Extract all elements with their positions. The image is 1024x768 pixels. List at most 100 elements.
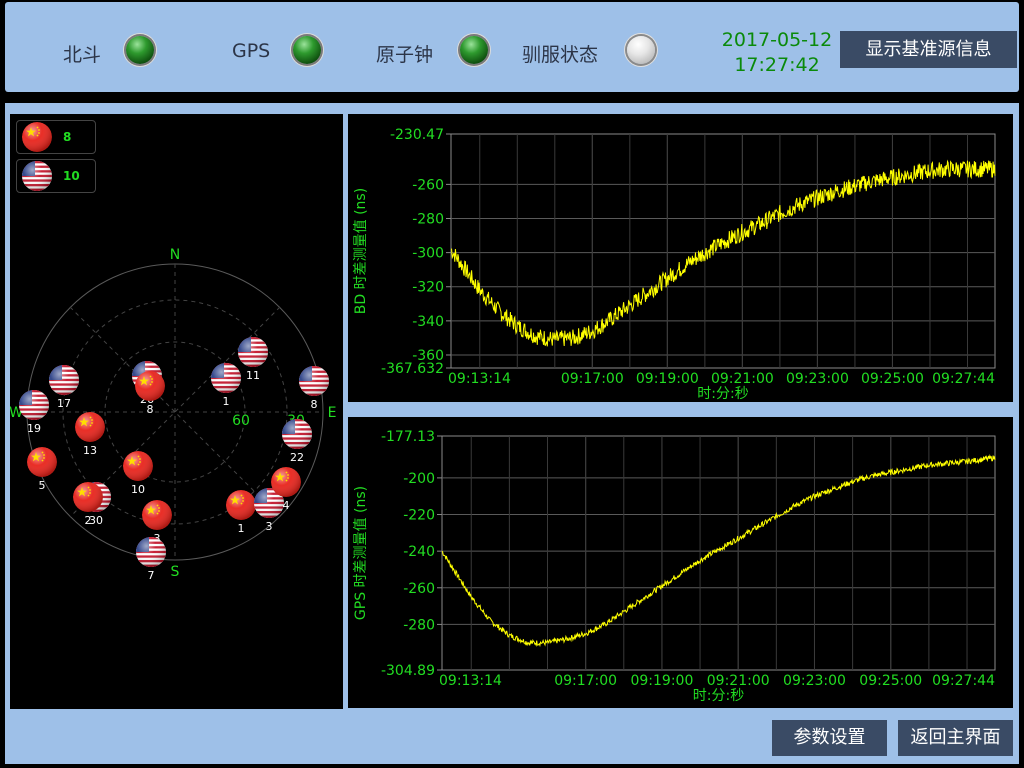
usa-flag-icon [19,390,49,420]
satellite-china-5: 5 [27,447,57,492]
x-tick-label: 09:27:44 [932,371,995,387]
plot-frame [441,435,996,671]
satellite-usa-8: 8 [299,366,329,411]
y-tick-label: -260 [403,581,435,597]
satellite-id-label: 4 [283,499,290,512]
gps-chart: -177.13 -200 -220 -240 -260 -280 -304.8909:13:… [353,429,996,704]
y-tick-label: -340 [412,314,444,330]
x-tick-label: 09:25:00 [861,371,924,387]
usa-flag-icon [211,363,241,393]
plot-frame [450,133,996,369]
china-flag-icon [271,467,301,497]
satellite-usa-19: 19 [19,390,49,435]
y-tick-label: -367.632 [381,361,444,377]
date-text: 2017-05-12 [721,29,833,51]
x-tick-label: 09:27:44 [932,673,995,689]
x-tick-label: 09:19:00 [630,673,693,689]
x-tick-label: 09:17:00 [554,673,617,689]
satellite-layer: 11172681819132251030231347 [19,337,329,582]
x-tick-label: 09:19:00 [636,371,699,387]
y-tick-label: -260 [412,177,444,193]
north-label: N [170,247,180,263]
satellite-id-label: 8 [311,398,318,411]
x-tick-label: 09:17:00 [561,371,624,387]
parameter-settings-button[interactable]: 参数设置 [772,720,887,756]
y-axis-label: GPS 时差测量值 (ns) [353,486,369,620]
datetime-display: 2017-05-12 17:27:42 [712,28,842,78]
disciplined-state-label: 驯服状态 [522,44,599,66]
china-flag-icon [142,500,172,530]
x-tick-label: 09:23:00 [783,673,846,689]
sky-grid [26,263,324,561]
x-tick-label: 09:21:00 [707,673,770,689]
y-axis-label: BD 时差测量值 (ns) [353,188,369,314]
x-tick-label: 09:23:00 [786,371,849,387]
status-bar: 北斗 GPS 原子钟 驯服状态 2017-05-12 17:27:42 显示基准… [5,2,1019,92]
satellite-id-label: 1 [238,522,245,535]
y-tick-label: -280 [412,211,444,227]
data-series-line [441,454,996,648]
y-tick-label: -177.13 [381,429,435,445]
bd-chart: -230.47-260-280-300-320-340-360-367.6320… [353,127,996,402]
usa-flag-icon [299,366,329,396]
gps-chart-panel: -177.13 -200 -220 -240 -260 -280 -304.89 09:13:… [348,417,1013,708]
gps-label: GPS [232,40,271,62]
usa-flag-icon [49,365,79,395]
atomic-clock-label: 原子钟 [376,44,434,66]
show-reference-source-button[interactable]: 显示基准源信息 [840,31,1017,68]
china-flag-icon [75,412,105,442]
satellite-id-label: 13 [83,444,97,457]
usa-flag-icon [136,537,166,567]
bd-chart-panel: -230.47 -260 -280 -300 -320 -340 -360 -367.632 0… [348,114,1013,402]
x-tick-label: 09:13:14 [439,673,502,689]
satellite-id-label: 22 [290,451,304,464]
gps-status-led [293,36,321,64]
satellite-id-label: 10 [131,483,145,496]
back-to-main-button[interactable]: 返回主界面 [898,720,1013,756]
x-tick-label: 09:25:00 [859,673,922,689]
data-series-line [450,159,996,347]
sky-plot: N S E W 60 30 11172681819132251030231347 [10,247,337,582]
china-flag-icon [135,371,165,401]
satellite-china-1: 1 [226,490,256,535]
y-tick-label: -280 [403,617,435,633]
x-tick-label: 09:13:14 [448,371,511,387]
satellite-id-label: 7 [148,569,155,582]
time-text: 17:27:42 [734,54,820,76]
satellite-id-label: 8 [147,403,154,416]
satellite-usa-1: 1 [211,363,241,408]
south-label: S [171,564,180,580]
china-flag-icon [27,447,57,477]
usa-flag-icon [238,337,268,367]
satellite-id-label: 2 [85,514,92,527]
beidou-label: 北斗 [63,44,102,66]
y-tick-label: -320 [412,280,444,296]
china-flag-icon [73,482,103,512]
x-axis-label: 时:分:秒 [693,688,744,704]
y-tick-label: -200 [403,471,435,487]
satellite-sky-view: 8 10 N S E W 60 11 17 8 1 8 19 13 22 5 1… [10,114,343,709]
bottom-bar: 参数设置 返回主界面 [5,712,1019,764]
satellite-usa-22: 22 [282,419,312,464]
y-tick-label: -304.89 [381,663,435,679]
china-flag-icon [226,490,256,520]
satellite-id-label: 19 [27,422,41,435]
satellite-id-label: 5 [39,479,46,492]
satellite-id-label: 3 [266,520,273,533]
elevation-60-label: 60 [232,413,250,429]
atomic-clock-status-led [460,36,488,64]
satellite-usa-17: 17 [49,365,79,410]
satellite-china-13: 13 [75,412,105,457]
y-tick-label: -300 [412,246,444,262]
y-tick-label: -220 [403,508,435,524]
usa-flag-icon [282,419,312,449]
satellite-china-8: 8 [135,371,165,416]
disciplined-state-led [627,36,655,64]
y-tick-label: -240 [403,544,435,560]
satellite-id-label: 17 [57,397,71,410]
east-label: E [328,405,337,421]
x-axis-label: 时:分:秒 [697,386,748,402]
satellite-id-label: 1 [223,395,230,408]
satellite-china-10: 10 [123,451,153,496]
china-flag-icon [123,451,153,481]
